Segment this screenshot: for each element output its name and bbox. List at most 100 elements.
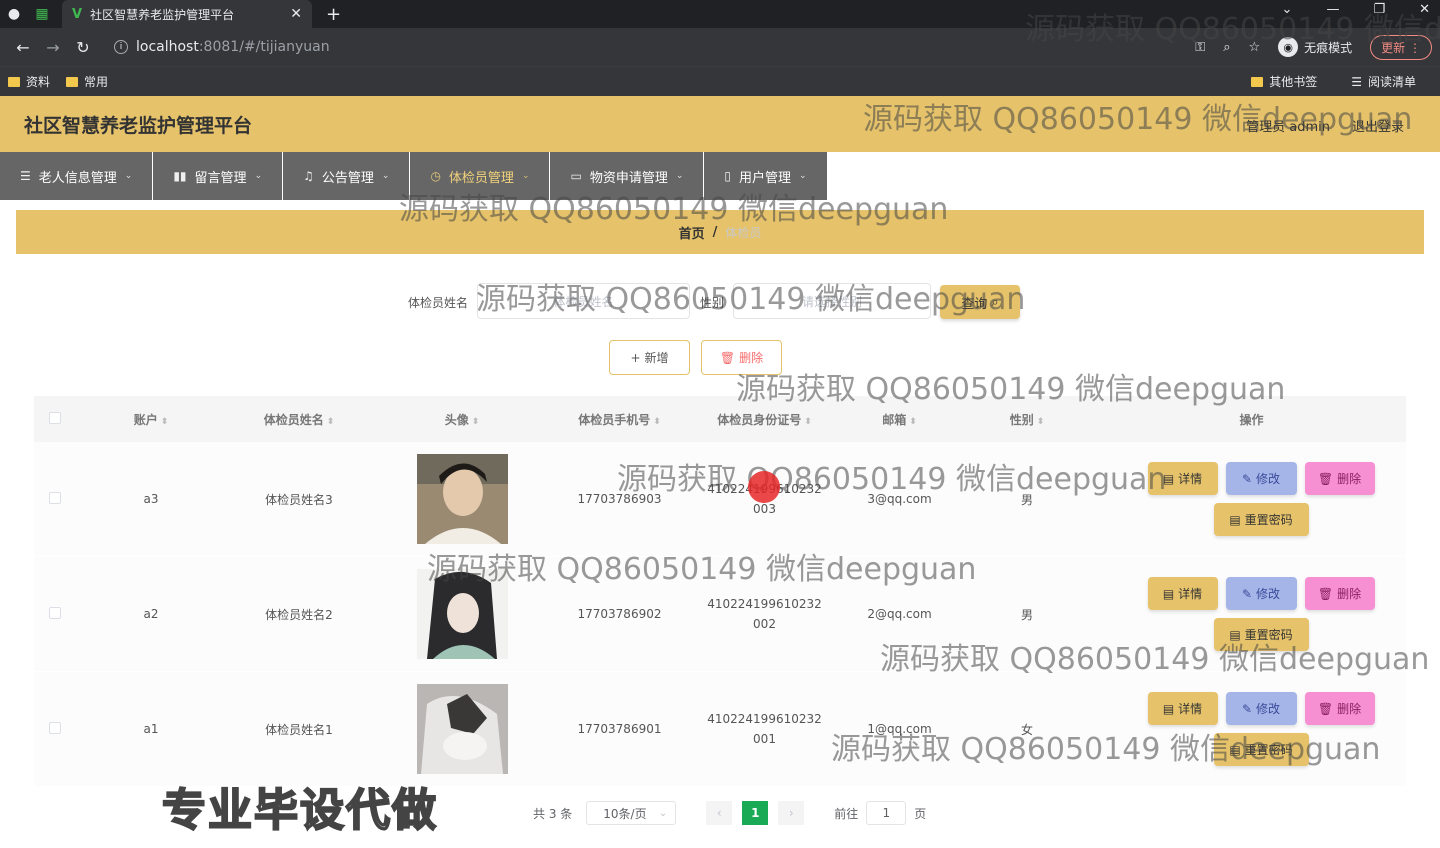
menu-elder-info[interactable]: ☰ 老人信息管理 ⌄: [0, 152, 154, 200]
sort-icon[interactable]: ⬍: [804, 417, 812, 427]
avatar-photo: [416, 454, 508, 544]
tab-search-icon[interactable]: ⌄: [1282, 2, 1293, 17]
goto-label: 前往: [834, 806, 859, 821]
close-window-icon[interactable]: ✕: [1419, 2, 1430, 17]
sort-icon[interactable]: ⬍: [909, 417, 917, 427]
menu-supplies[interactable]: ▭ 物资申请管理 ⌄: [550, 152, 705, 200]
bookmark-folder[interactable]: 资料: [8, 73, 50, 90]
header-email[interactable]: 邮箱 ⬍: [842, 411, 957, 428]
menu-notice[interactable]: ♫ 公告管理 ⌄: [283, 152, 411, 200]
table-row: a1 体检员姓名1 17703786901 410224199610232001…: [34, 672, 1406, 787]
sheet-icon[interactable]: ▦: [28, 0, 56, 28]
cell-account: a1: [143, 722, 159, 736]
incognito-indicator[interactable]: ◉ 无痕模式: [1278, 37, 1352, 57]
menu-label: 体检员管理: [448, 170, 514, 186]
header-user-area: 管理员 admin 退出登录: [1246, 116, 1404, 135]
sort-icon[interactable]: ⬍: [1037, 417, 1045, 427]
reset-label: 重置密码: [1244, 628, 1293, 642]
select-all-cell: [34, 411, 76, 427]
detail-button[interactable]: ▤ 详情: [1147, 577, 1218, 610]
address-actions: ⚿ ⌕ ☆ ◉ 无痕模式 更新 ⋮: [1195, 34, 1432, 60]
select-all-checkbox[interactable]: [49, 411, 61, 424]
header-gender[interactable]: 性别 ⬍: [957, 411, 1097, 428]
header-account[interactable]: 账户 ⬍: [76, 411, 226, 428]
info-icon[interactable]: i: [114, 40, 128, 54]
header-name[interactable]: 体检员姓名 ⬍: [226, 411, 372, 428]
header-label: 体检员身份证号: [717, 412, 802, 427]
reset-password-button[interactable]: ▤ 重置密码: [1213, 733, 1309, 766]
batch-delete-button[interactable]: 🗑 删除: [701, 340, 782, 375]
restore-icon[interactable]: ❐: [1373, 2, 1385, 17]
edit-button[interactable]: ✎ 修改: [1225, 462, 1297, 495]
header-phone[interactable]: 体检员手机号 ⬍: [552, 411, 687, 428]
delete-button[interactable]: 🗑 删除: [1304, 692, 1375, 725]
cell-ops: ▤ 详情 ✎ 修改 🗑 删除 ▤ 重置密码: [1097, 577, 1406, 651]
query-button[interactable]: 查询 ⌕: [940, 285, 1020, 319]
cell-ops: ▤ 详情 ✎ 修改 🗑 删除 ▤ 重置密码: [1097, 462, 1406, 536]
clock-icon: ◷: [430, 169, 441, 183]
gender-select[interactable]: 请选择性别: [733, 283, 931, 319]
menu-message[interactable]: ▮▮ 留言管理 ⌄: [153, 152, 284, 200]
detail-button[interactable]: ▤ 详情: [1147, 692, 1218, 725]
browser-tab[interactable]: V 社区智慧养老监护管理平台 ✕: [62, 0, 312, 28]
page-suffix: 页: [914, 806, 927, 821]
new-tab-icon[interactable]: +: [326, 4, 341, 25]
row-checkbox[interactable]: [49, 721, 61, 734]
close-tab-icon[interactable]: ✕: [290, 6, 302, 22]
detail-button[interactable]: ▤ 详情: [1147, 462, 1218, 495]
next-page-button[interactable]: ›: [778, 801, 805, 825]
sort-icon[interactable]: ⬍: [472, 417, 480, 427]
menu-users[interactable]: ▯ 用户管理 ⌄: [704, 152, 828, 200]
sort-icon[interactable]: ⬍: [161, 417, 169, 427]
header-avatar[interactable]: 头像 ⬍: [372, 411, 552, 428]
menu-examiner[interactable]: ◷ 体检员管理 ⌄: [410, 152, 551, 200]
add-button[interactable]: + 新增: [609, 340, 690, 375]
reset-password-button[interactable]: ▤ 重置密码: [1213, 503, 1309, 536]
update-button[interactable]: 更新 ⋮: [1370, 34, 1432, 60]
sort-icon[interactable]: ⬍: [653, 417, 661, 427]
header-idcard[interactable]: 体检员身份证号 ⬍: [687, 411, 842, 428]
page-number-active[interactable]: 1: [742, 801, 769, 825]
name-search-input[interactable]: 体检员姓名: [477, 283, 690, 319]
reading-list[interactable]: ☰ 阅读清单: [1351, 73, 1416, 90]
github-icon[interactable]: ●: [0, 0, 28, 28]
minimize-icon[interactable]: —: [1326, 2, 1339, 17]
prev-page-button[interactable]: ‹: [706, 801, 733, 825]
list-icon: ☰: [20, 169, 31, 183]
url-host: localhost: [136, 39, 199, 55]
delete-button[interactable]: 🗑 删除: [1304, 577, 1375, 610]
back-icon[interactable]: ←: [8, 38, 38, 57]
delete-label: 删除: [1337, 702, 1362, 716]
key-icon[interactable]: ⚿: [1195, 40, 1205, 55]
cell-ops: ▤ 详情 ✎ 修改 🗑 删除 ▤ 重置密码: [1097, 692, 1406, 766]
row-operations: ▤ 详情 ✎ 修改 🗑 删除 ▤ 重置密码: [1141, 692, 1381, 766]
row-checkbox[interactable]: [49, 606, 61, 619]
name-placeholder: 体检员姓名: [553, 294, 614, 309]
cell-avatar: [372, 454, 552, 544]
breadcrumb-home[interactable]: 首页: [679, 223, 705, 242]
gender-label: 性别: [700, 296, 725, 310]
forward-icon[interactable]: →: [38, 38, 68, 57]
cell-account: a3: [143, 492, 159, 506]
sort-icon[interactable]: ⬍: [327, 417, 335, 427]
avatar: [416, 569, 508, 659]
logout-link[interactable]: 退出登录: [1352, 116, 1404, 135]
page-size-select[interactable]: 10条/页 ⌄: [586, 801, 677, 825]
reload-icon[interactable]: ↻: [68, 38, 98, 57]
idcard-text: 410224199610232001: [707, 712, 822, 746]
goto-page-input[interactable]: 1: [866, 801, 907, 825]
window-controls: ⌄ — ❐ ✕: [1282, 2, 1430, 17]
reset-password-button[interactable]: ▤ 重置密码: [1213, 618, 1309, 651]
edit-button[interactable]: ✎ 修改: [1225, 692, 1297, 725]
edit-label: 修改: [1256, 587, 1281, 601]
other-bookmarks[interactable]: 其他书签: [1251, 73, 1317, 90]
bookmark-folder[interactable]: 常用: [66, 73, 108, 90]
url-field[interactable]: i localhost :8081/#/tijianyuan: [104, 33, 1195, 61]
delete-button[interactable]: 🗑 删除: [1304, 462, 1375, 495]
search-form: 体检员姓名 体检员姓名 性别 请选择性别 查询 ⌕: [0, 283, 1440, 319]
edit-button[interactable]: ✎ 修改: [1225, 577, 1297, 610]
star-icon[interactable]: ☆: [1248, 40, 1260, 55]
row-checkbox[interactable]: [49, 491, 61, 504]
zoom-icon[interactable]: ⌕: [1223, 40, 1230, 55]
app-header: 社区智慧养老监护管理平台 管理员 admin 退出登录: [0, 96, 1440, 152]
